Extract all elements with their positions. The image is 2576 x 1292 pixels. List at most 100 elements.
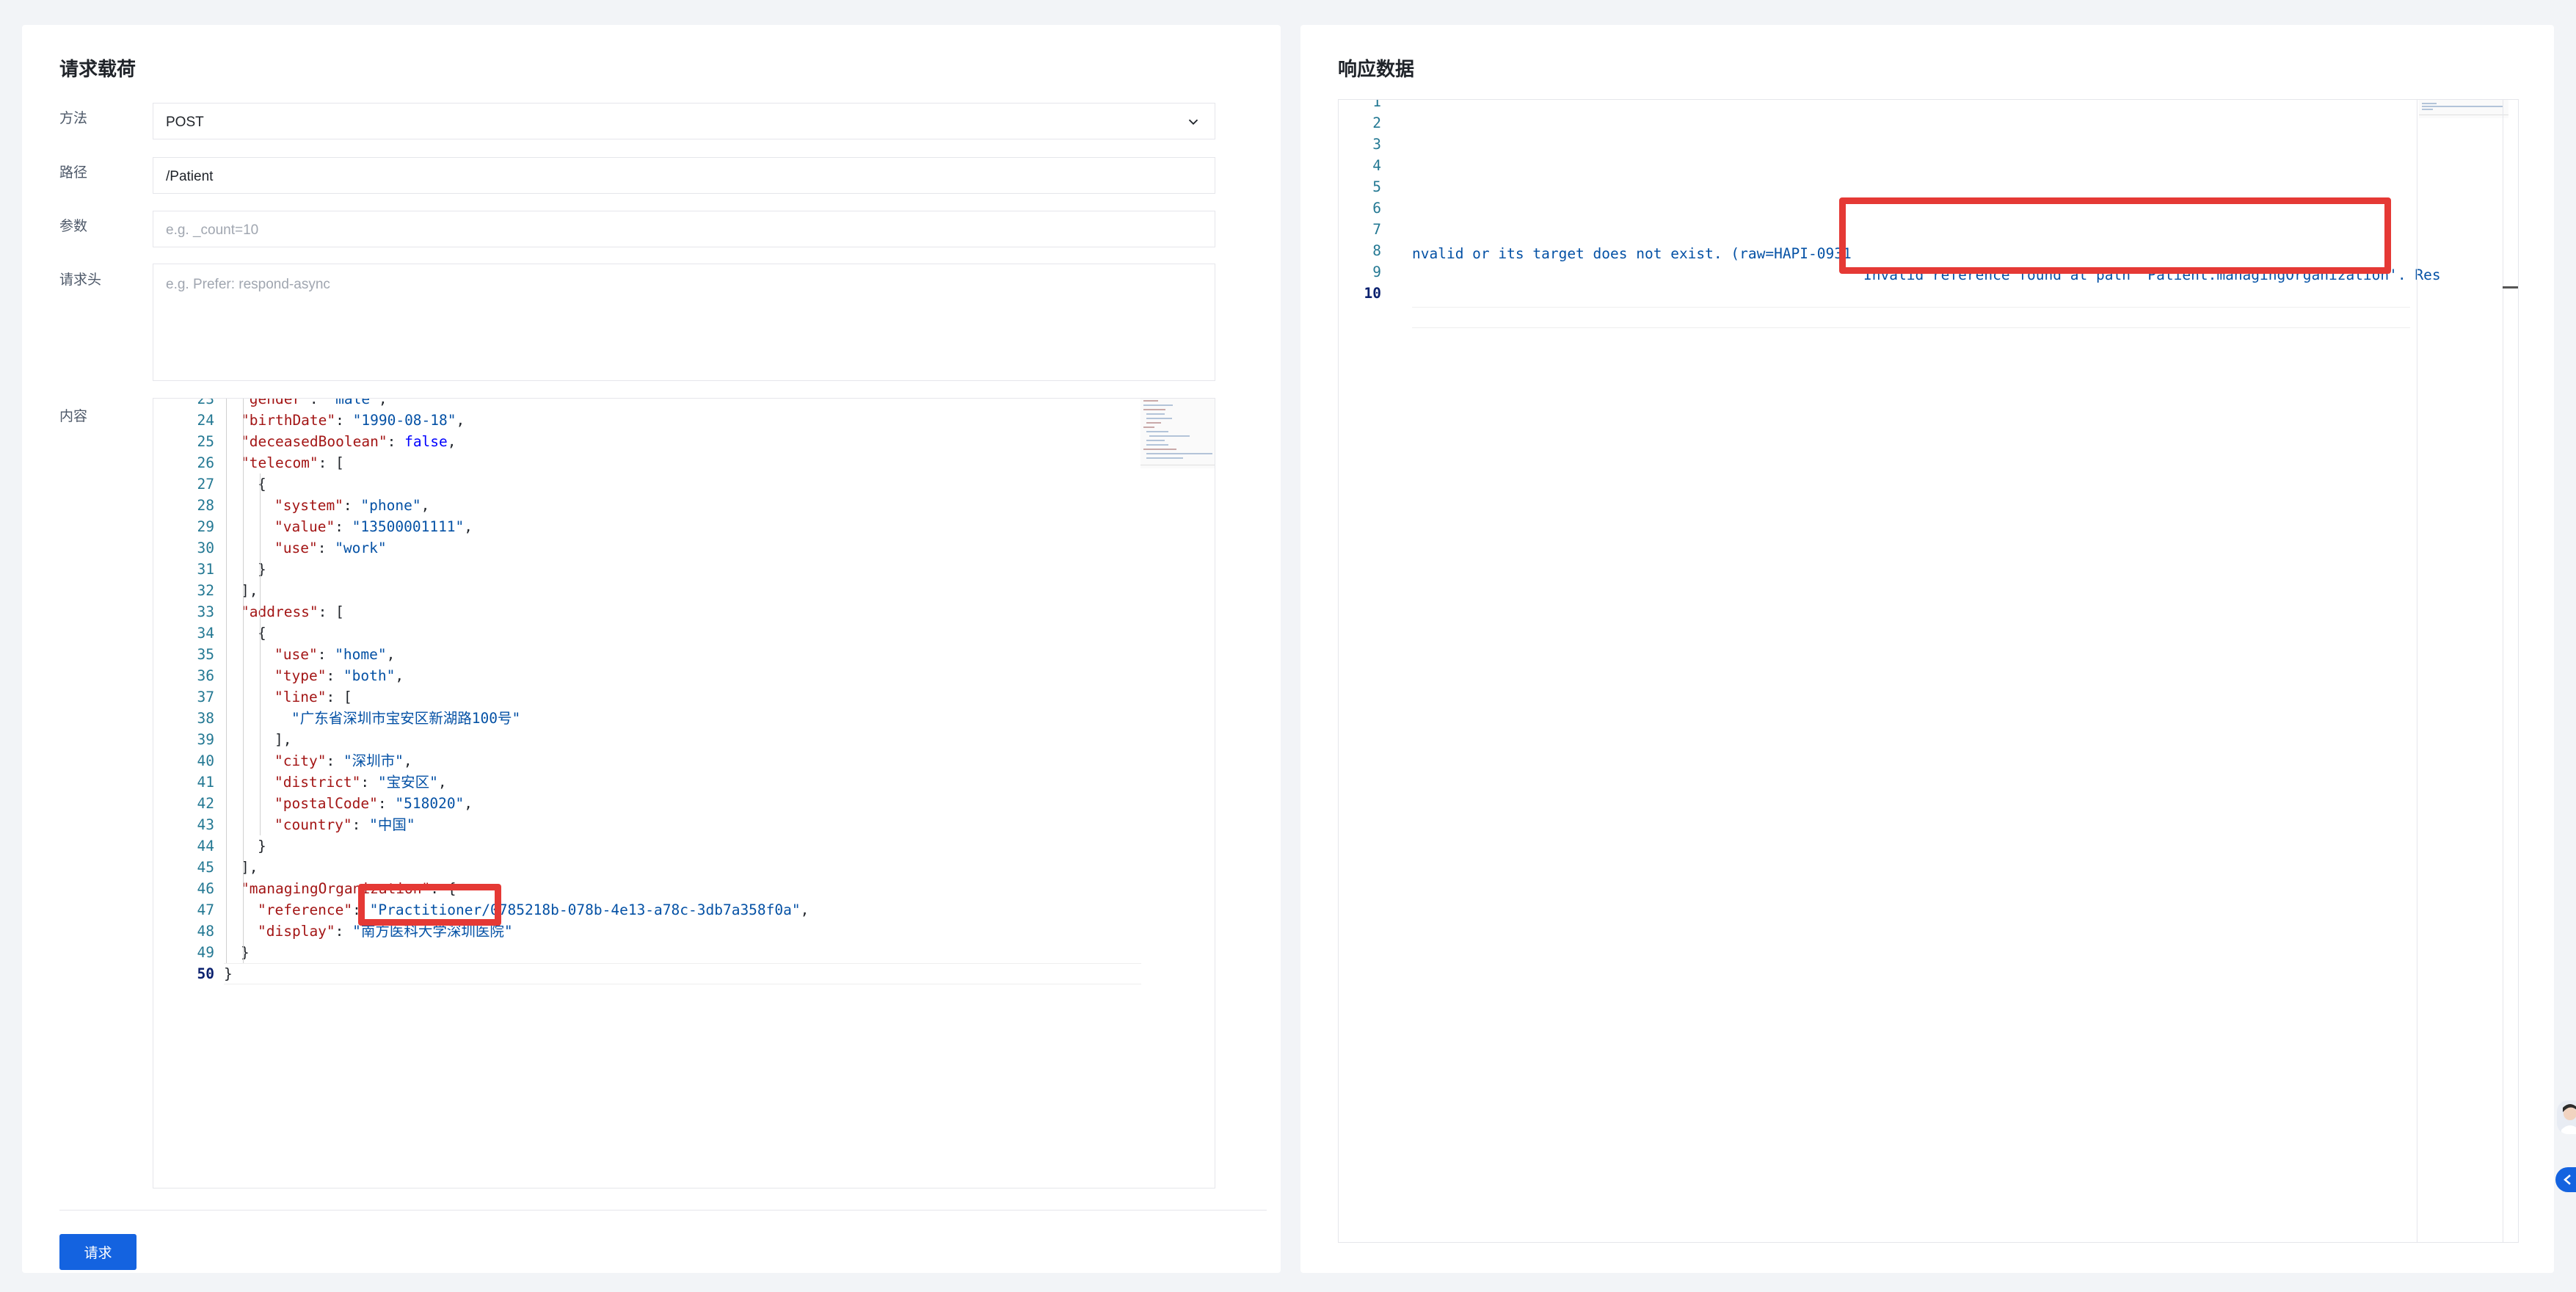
chevron-down-icon xyxy=(1188,119,1198,126)
code-text: "gender": "male", xyxy=(241,398,388,410)
code-line: 49} xyxy=(153,942,1137,963)
code-text: "system": "phone", xyxy=(274,495,429,516)
json-key: "line" xyxy=(274,689,327,705)
method-select[interactable]: POST xyxy=(153,103,1215,139)
body-label: 内容 xyxy=(59,409,88,424)
json-punctuation: { xyxy=(258,625,266,642)
json-punctuation: { xyxy=(258,476,266,493)
response-minimap[interactable] xyxy=(2419,100,2508,118)
code-line: 37 "line": [ xyxy=(153,686,1137,708)
json-string: "home" xyxy=(335,646,387,663)
code-line: 42 "postalCode": "518020", xyxy=(153,793,1137,814)
json-punctuation: [ xyxy=(343,689,352,705)
code-text: } xyxy=(258,559,266,580)
json-punctuation: , xyxy=(800,901,809,918)
json-string: "male" xyxy=(327,398,379,407)
json-punctuation: } xyxy=(258,561,266,578)
collapse-sidebar-button[interactable] xyxy=(2555,1167,2576,1192)
indent-guide xyxy=(226,399,227,963)
code-line: 40 "city": "深圳市", xyxy=(153,750,1137,772)
code-text: "postalCode": "518020", xyxy=(274,793,473,814)
json-punctuation: [ xyxy=(335,603,344,620)
json-string: "1990-08-18" xyxy=(352,412,456,429)
code-text: "use": "work" xyxy=(274,537,387,559)
code-text: { xyxy=(258,473,266,495)
code-text: "telecom": [ xyxy=(241,452,344,473)
json-colon: : xyxy=(317,540,335,556)
params-label: 参数 xyxy=(59,219,88,234)
line-number: 32 xyxy=(197,582,214,599)
json-punctuation: , xyxy=(386,646,396,663)
code-line: 34 { xyxy=(153,623,1137,644)
json-key: "district" xyxy=(274,774,361,791)
json-key: "display" xyxy=(258,923,335,940)
json-punctuation: , xyxy=(437,774,447,791)
code-line: 28 "system": "phone", xyxy=(153,495,1137,516)
code-text: "value": "13500001111", xyxy=(274,516,473,537)
line-number: 44 xyxy=(197,838,214,854)
json-keyword: false xyxy=(404,433,448,450)
assistant-avatar-icon[interactable] xyxy=(2557,1100,2576,1134)
line-number: 2 xyxy=(1372,115,1381,131)
path-label: 路径 xyxy=(59,165,88,181)
body-code-editor[interactable]: 23 "gender": "male", 24 "birthDate": "1990-… xyxy=(153,398,1215,1188)
json-string: "work" xyxy=(335,540,387,556)
line-number: 3 xyxy=(1372,136,1381,153)
path-value: /Patient xyxy=(166,169,214,184)
chevron-left-icon xyxy=(2564,1175,2571,1185)
reference-highlight-box xyxy=(358,884,501,926)
code-line: 31} xyxy=(153,559,1137,580)
code-text: ], xyxy=(274,729,291,750)
line-number: 37 xyxy=(197,689,214,705)
line-number: 28 xyxy=(197,497,214,514)
code-text: } xyxy=(258,835,266,857)
params-input[interactable]: e.g. _count=10 xyxy=(153,211,1215,247)
line-number: 24 xyxy=(197,412,214,429)
json-key: "country" xyxy=(274,816,352,833)
submit-request-button[interactable]: 请求 xyxy=(59,1234,137,1270)
code-text: "city": "深圳市", xyxy=(274,750,412,772)
response-panel-title: 响应数据 xyxy=(1338,58,1415,80)
json-string: "深圳市" xyxy=(343,752,404,769)
json-colon: : xyxy=(326,752,343,769)
request-panel-title: 请求载荷 xyxy=(59,58,137,80)
line-number: 29 xyxy=(197,518,214,535)
headers-textarea[interactable]: e.g. Prefer: respond-async xyxy=(153,264,1215,381)
json-colon: : xyxy=(335,923,353,940)
code-text: "birthDate": "1990-08-18", xyxy=(241,410,465,431)
params-placeholder: e.g. _count=10 xyxy=(166,222,259,238)
line-number: 35 xyxy=(197,646,214,663)
code-text: "address": [ xyxy=(241,601,344,623)
path-input[interactable]: /Patient xyxy=(153,157,1215,194)
line-number: 5 xyxy=(1372,178,1381,195)
response-scroll-marker xyxy=(2503,286,2518,288)
line-number: 39 xyxy=(197,731,214,748)
body-minimap[interactable] xyxy=(1140,399,1215,468)
headers-placeholder: e.g. Prefer: respond-async xyxy=(166,277,330,292)
code-text: { xyxy=(258,623,266,644)
line-number: 23 xyxy=(197,398,214,407)
json-colon: : xyxy=(352,816,370,833)
code-line: 43 "country": "中国" xyxy=(153,814,1137,835)
request-panel: 请求载荷 方法 POST 路径 /Patient 参数 e.g. _count=… xyxy=(22,25,1281,1273)
json-string: "宝安区" xyxy=(377,774,438,791)
code-line: 38 "广东省深圳市宝安区新湖路100号" xyxy=(153,708,1137,729)
code-line: 24 "birthDate": "1990-08-18", xyxy=(153,410,1137,431)
code-text: "type": "both", xyxy=(274,665,404,686)
code-line: 33 "address": [ xyxy=(153,601,1137,623)
json-string: "广东省深圳市宝安区新湖路100号" xyxy=(291,710,521,727)
json-string: "13500001111" xyxy=(352,518,465,535)
line-number: 4 xyxy=(1372,157,1381,174)
code-line: 46 "managingOrganization": { xyxy=(153,878,1137,899)
json-key: "gender" xyxy=(241,398,310,407)
json-colon: : xyxy=(309,398,327,407)
current-line-highlight xyxy=(224,963,1141,984)
json-punctuation: , xyxy=(403,752,412,769)
code-line: 23 "gender": "male", xyxy=(153,398,1137,410)
json-punctuation: } xyxy=(241,944,250,961)
line-number: 49 xyxy=(197,944,214,961)
code-line: 30 "use": "work" xyxy=(153,537,1137,559)
code-line: 32], xyxy=(153,580,1137,601)
body-minimap-preview xyxy=(1140,400,1215,465)
line-number: 42 xyxy=(197,795,214,812)
